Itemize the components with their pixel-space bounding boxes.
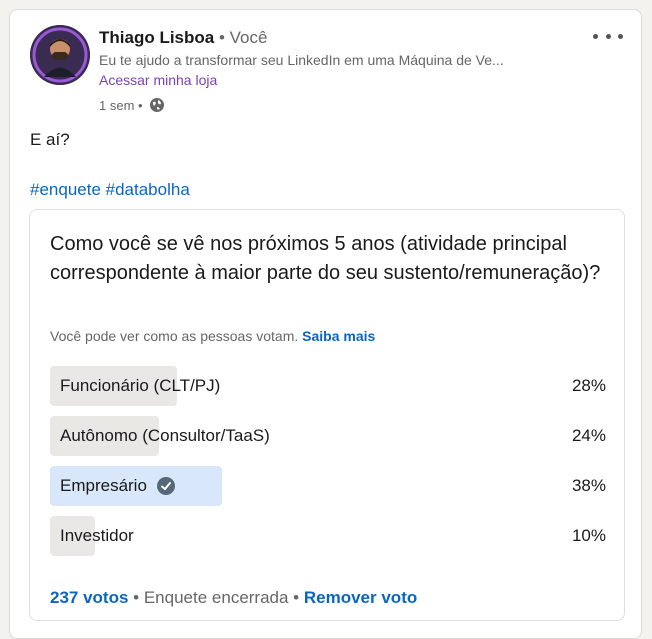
hashtags: #enquete #databolha [30,180,190,200]
poll-option-percent: 28% [571,376,606,395]
poll-votes-link[interactable]: 237 votos [50,588,128,607]
check-circle-icon [156,477,175,495]
poll-note-text: Você pode ver como as pessoas votam. [50,328,299,344]
more-options-icon[interactable] [593,26,623,46]
poll-option-label-text: Funcionário (CLT/PJ) [60,376,221,395]
poll-option-label-text: Autônomo (Consultor/TaaS) [60,426,270,445]
poll-option-empresario[interactable]: Empresário 38% [50,466,606,506]
poll-status: • Enquete encerrada • [133,588,300,607]
poll: Como você se vê nos próximos 5 anos (ati… [29,209,625,621]
poll-option-label: Autônomo (Consultor/TaaS) [60,426,270,446]
hashtag-databolha[interactable]: #databolha [106,180,190,199]
poll-option-label: Funcionário (CLT/PJ) [60,376,220,396]
author-avatar[interactable] [30,25,90,85]
learn-more-link[interactable]: Saiba mais [302,328,375,344]
poll-option-label-text: Investidor [60,526,134,545]
post-card: Thiago Lisboa • Você Eu te ajudo a trans… [9,9,642,639]
hashtag-enquete[interactable]: #enquete [30,180,101,199]
post-meta: 1 sem • [99,97,165,113]
poll-option-investidor[interactable]: Investidor 10% [50,516,606,556]
poll-question: Como você se vê nos próximos 5 anos (ati… [50,233,601,284]
author-name-line[interactable]: Thiago Lisboa • Você [99,28,267,48]
poll-option-funcionario[interactable]: Funcionário (CLT/PJ) 28% [50,366,606,406]
poll-note: Você pode ver como as pessoas votam. Sai… [50,328,375,344]
poll-option-label: Investidor [60,526,134,546]
poll-option-percent: 10% [571,526,606,545]
post-time: 1 sem • [99,97,143,113]
poll-option-percent: 24% [571,426,606,445]
globe-icon [149,97,165,113]
store-link[interactable]: Acessar minha loja [99,72,217,88]
post-text: E aí? [30,130,70,149]
poll-footer: 237 votos • Enquete encerrada • Remover … [50,588,417,608]
poll-option-label-text: Empresário [60,476,147,495]
author-name[interactable]: Thiago Lisboa [99,28,214,47]
remove-vote-link[interactable]: Remover voto [304,588,417,607]
author-headline: Eu te ajudo a transformar seu LinkedIn e… [99,52,504,68]
poll-option-percent: 38% [571,476,606,495]
author-relation: • Você [218,28,268,47]
poll-option-autonomo[interactable]: Autônomo (Consultor/TaaS) 24% [50,416,606,456]
poll-option-label: Empresário [60,476,175,496]
